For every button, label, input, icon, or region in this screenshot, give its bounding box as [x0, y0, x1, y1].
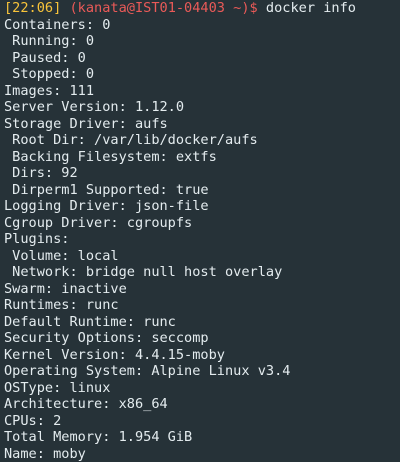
prompt-time: [22:06]	[4, 0, 62, 16]
output-line: Cgroup Driver: cgroupfs	[4, 214, 193, 231]
output-line: Network: bridge null host overlay	[4, 264, 283, 280]
output-line: Root Dir: /var/lib/docker/aufs	[4, 132, 258, 148]
output-line: Logging Driver: json-file	[4, 198, 209, 214]
output-line: Backing Filesystem: extfs	[4, 148, 217, 165]
output-line: Server Version: 1.12.0	[4, 99, 185, 115]
output-line: CPUs: 2	[4, 412, 62, 429]
output-line: Kernel Version: 4.4.15-moby	[4, 346, 225, 363]
output-line: Stopped: 0	[4, 66, 95, 82]
prompt-user-host: (kanata@IST01-04403 ~)$	[69, 0, 258, 16]
output-line: Paused: 0	[4, 49, 86, 66]
output-line: Runtimes: runc	[4, 297, 119, 313]
output-line: Dirs: 92	[4, 165, 78, 181]
output-line: Default Runtime: runc	[4, 313, 176, 330]
output-line: Operating System: Alpine Linux v3.4	[4, 363, 291, 379]
output-line: Dirperm1 Supported: true	[4, 181, 209, 198]
output-line: OSType: linux	[4, 379, 111, 396]
output-line: Architecture: x86_64	[4, 396, 168, 412]
prompt-command: docker info	[265, 0, 356, 16]
output-line: Images: 111	[4, 82, 95, 99]
output-line: Plugins:	[4, 231, 70, 247]
output-line: Total Memory: 1.954 GiB	[4, 429, 193, 445]
output-line: Swarm: inactive	[4, 280, 127, 297]
terminal-window[interactable]: [22:06] (kanata@IST01-04403 ~)$ docker i…	[0, 0, 400, 462]
output-line: Running: 0	[4, 33, 95, 49]
output-line: Name: moby	[4, 445, 86, 462]
output-line: Storage Driver: aufs	[4, 115, 168, 132]
prompt-line: [22:06] (kanata@IST01-04403 ~)$ docker i…	[4, 0, 396, 17]
output-line: Containers: 0	[4, 16, 111, 33]
output-line: Volume: local	[4, 247, 119, 264]
output-line: Security Options: seccomp	[4, 330, 209, 346]
